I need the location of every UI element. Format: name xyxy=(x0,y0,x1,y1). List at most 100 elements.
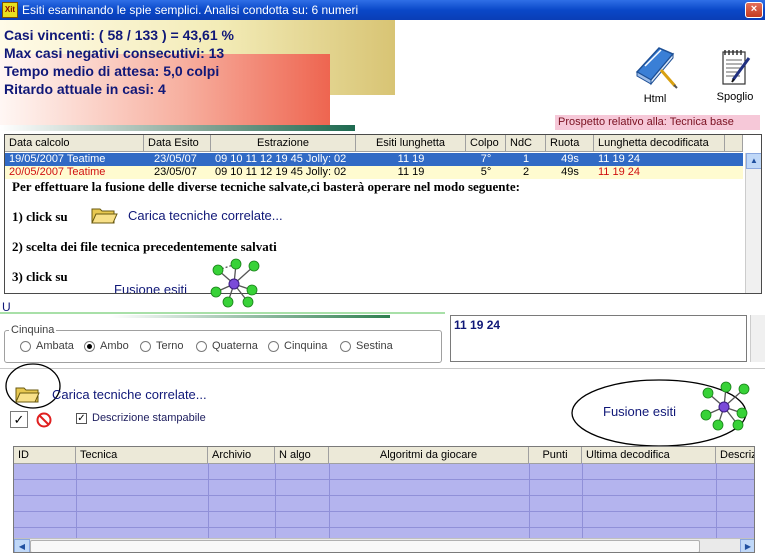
cell-colpo: 7° xyxy=(480,153,492,165)
check-icon[interactable]: ✓ xyxy=(10,411,28,428)
cell-data-esito: 23/05/07 xyxy=(154,153,197,165)
app-icon: Xit xyxy=(2,2,18,18)
col-divider xyxy=(76,463,77,539)
cell-lunghetta-decodificata: 11 19 24 xyxy=(598,166,641,178)
table-row[interactable]: 20/05/2007 Teatime 23/05/07 09 10 11 12 … xyxy=(5,166,743,179)
col-divider xyxy=(529,463,530,539)
carica-tecniche-button[interactable]: Carica tecniche correlate... xyxy=(52,387,207,402)
radio-ambo-circle[interactable] xyxy=(84,340,95,352)
radio-terno-label: Terno xyxy=(156,340,184,352)
stat-max-negativi: Max casi negativi consecutivi: 13 xyxy=(4,45,225,61)
col-header-data-esito[interactable]: Data Esito xyxy=(144,135,211,152)
radio-cinquina-label: Cinquina xyxy=(284,340,328,352)
col-header-n-algo[interactable]: N algo xyxy=(275,447,329,464)
radio-quaterna-circle[interactable] xyxy=(196,340,207,352)
cell-colpo: 5° xyxy=(480,166,492,178)
radio-ambata-label: Ambata xyxy=(36,340,74,352)
col-divider xyxy=(208,463,209,539)
instruction-carica-link[interactable]: Carica tecniche correlate... xyxy=(128,208,283,223)
scroll-thumb[interactable] xyxy=(30,540,700,552)
col-divider xyxy=(329,463,330,539)
scroll-up-icon[interactable]: ▲ xyxy=(746,153,761,169)
table-row[interactable] xyxy=(14,464,754,480)
col-header-punti[interactable]: Punti xyxy=(529,447,582,464)
col-header-algoritmi[interactable]: Algoritmi da giocare xyxy=(329,447,529,464)
scroll-left-icon[interactable]: ◀ xyxy=(14,539,30,552)
spoglio-button[interactable]: Spoglio xyxy=(706,48,764,103)
cell-lunghetta-decodificata: 11 19 24 xyxy=(598,153,641,165)
col-divider xyxy=(275,463,276,539)
col-header-estrazione[interactable]: Estrazione xyxy=(211,135,356,152)
radio-cinquina[interactable]: Cinquina xyxy=(268,340,327,355)
col-header-ndc[interactable]: NdC xyxy=(506,135,546,152)
radio-ambo[interactable]: Ambo xyxy=(84,340,129,355)
instructions-intro: Per effettuare la fusione delle diverse … xyxy=(12,179,520,194)
col-header-data-calcolo[interactable]: Data calcolo xyxy=(5,135,144,152)
col-header-id[interactable]: ID xyxy=(14,447,76,464)
cell-ruota: 49s xyxy=(561,153,579,165)
panel-divider xyxy=(0,368,765,369)
stats-divider-bar xyxy=(0,125,355,131)
instruction-fusione-link[interactable]: Fusione esiti xyxy=(114,282,187,293)
radio-quaterna-label: Quaterna xyxy=(212,340,258,352)
tecniche-grid[interactable]: ID Tecnica Archivio N algo Algoritmi da … xyxy=(13,446,755,553)
cell-data-esito: 23/05/07 xyxy=(154,166,197,178)
col-header-lunghetta-decodificata[interactable]: Lunghetta decodificata xyxy=(594,135,725,152)
instruction-step1: 1) click su xyxy=(12,209,68,224)
partial-label: U xyxy=(2,300,11,314)
radio-quaterna[interactable]: Quaterna xyxy=(196,340,258,355)
no-entry-icon[interactable] xyxy=(36,412,52,428)
close-button[interactable]: × xyxy=(745,2,763,18)
html-label: Html xyxy=(643,93,667,105)
radio-sestina[interactable]: Sestina xyxy=(340,340,393,355)
esiti-grid[interactable]: Data calcolo Data Esito Estrazione Esiti… xyxy=(4,134,762,294)
table-row[interactable] xyxy=(14,496,754,512)
spoglio-notepad-icon xyxy=(722,50,751,85)
html-button[interactable]: Html xyxy=(624,42,686,105)
cell-estrazione: 09 10 11 12 19 45 Jolly: 02 xyxy=(215,153,347,165)
col-header-tecnica[interactable]: Tecnica xyxy=(76,447,208,464)
grid2-horizontal-scrollbar[interactable]: ◀ ▶ xyxy=(14,538,754,552)
prospetto-label: Prospetto relativo alla: Tecnica base xyxy=(555,115,760,130)
instruction-step3: 3) click su xyxy=(12,269,68,284)
descrizione-checkbox[interactable]: ✓ xyxy=(76,413,87,424)
col-header-colpo[interactable]: Colpo xyxy=(466,135,506,152)
col-header-descrizione[interactable]: Descriz xyxy=(716,447,754,464)
cell-ruota: 49s xyxy=(561,166,579,178)
result-scrollbar[interactable] xyxy=(750,315,765,362)
folder-open-icon[interactable] xyxy=(14,382,40,404)
cell-esiti-lunghetta: 11 19 xyxy=(397,153,425,165)
radio-ambo-label: Ambo xyxy=(100,340,129,352)
radio-ambata-circle[interactable] xyxy=(20,340,31,352)
radio-cinquina-circle[interactable] xyxy=(268,340,279,352)
col-divider xyxy=(716,463,717,539)
scroll-right-icon[interactable]: ▶ xyxy=(740,539,754,552)
col-header-archivio[interactable]: Archivio xyxy=(208,447,275,464)
sorte-legend: Cinquina xyxy=(9,324,57,336)
col-header-esiti-lunghetta[interactable]: Esiti lunghetta xyxy=(356,135,466,152)
table-row-selected[interactable]: 19/05/2007 Teatime 23/05/07 09 10 11 12 … xyxy=(5,153,743,166)
radio-ambata[interactable]: Ambata xyxy=(20,340,74,355)
folder-open-icon xyxy=(91,208,118,224)
radio-sestina-circle[interactable] xyxy=(340,340,351,352)
radio-sestina-label: Sestina xyxy=(356,340,393,352)
result-textbox[interactable]: 11 19 24 xyxy=(450,315,747,362)
radio-terno-circle[interactable] xyxy=(140,340,151,352)
col-header-ultima-decodifica[interactable]: Ultima decodifica xyxy=(582,447,716,464)
col-header-ruota[interactable]: Ruota xyxy=(546,135,594,152)
instructions-overlay: Per effettuare la fusione delle diverse … xyxy=(5,179,743,293)
fusione-esiti-button[interactable]: Fusione esiti xyxy=(603,404,676,419)
stat-casi-vincenti: Casi vincenti: ( 58 / 133 ) = 43,61 % xyxy=(4,27,234,43)
progress-strip: U xyxy=(0,300,445,318)
stat-tempo-medio: Tempo medio di attesa: 5,0 colpi xyxy=(4,63,220,79)
stat-ritardo: Ritardo attuale in casi: 4 xyxy=(4,81,166,97)
cell-esiti-lunghetta: 11 19 xyxy=(397,166,425,178)
molecule-icon[interactable] xyxy=(698,378,754,434)
radio-terno[interactable]: Terno xyxy=(140,340,184,355)
table-row[interactable] xyxy=(14,512,754,528)
grid-vertical-scrollbar[interactable]: ▲ xyxy=(745,153,761,293)
html-book-icon xyxy=(635,47,678,89)
spoglio-label: Spoglio xyxy=(716,91,754,103)
instruction-step2: 2) scelta dei file tecnica precedentemen… xyxy=(12,239,277,254)
table-row[interactable] xyxy=(14,480,754,496)
